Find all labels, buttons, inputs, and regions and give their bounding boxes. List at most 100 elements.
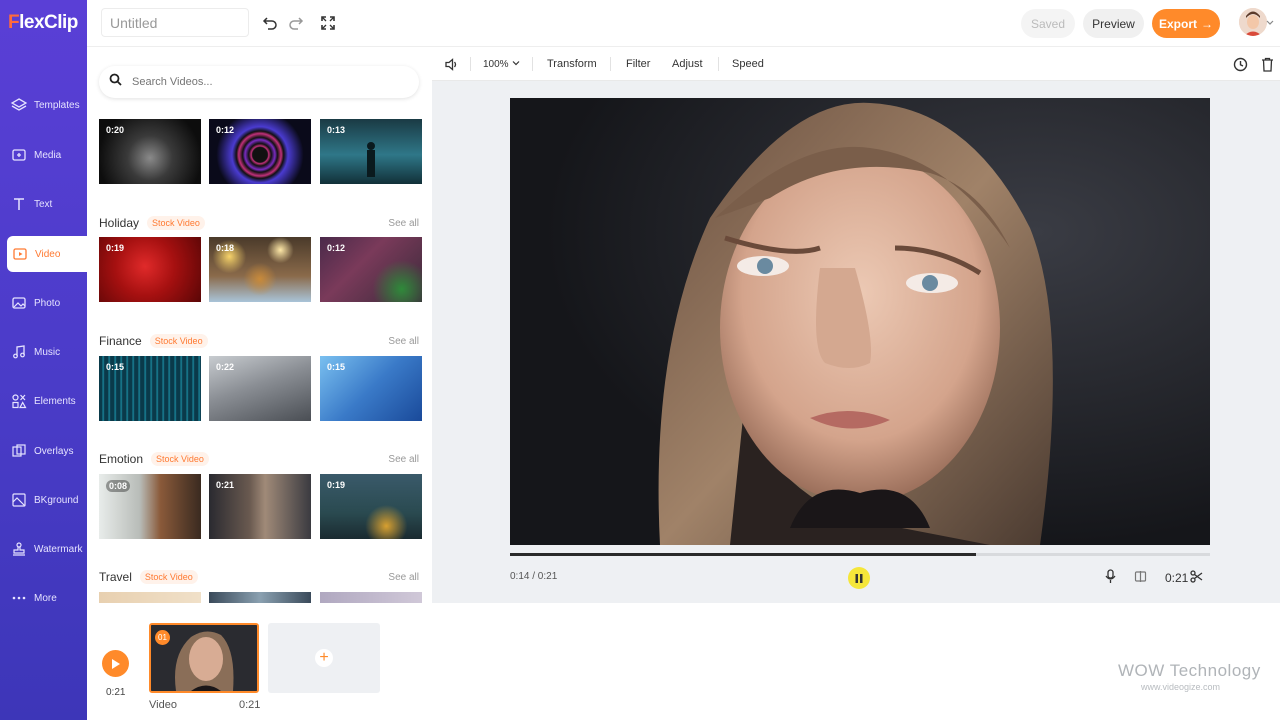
export-button[interactable]: Export → (1152, 9, 1220, 38)
rail-item-watermark[interactable]: Watermark (0, 531, 87, 567)
search-input[interactable] (132, 76, 392, 88)
timeline-play-button[interactable] (102, 650, 129, 677)
rail-label: Music (34, 346, 61, 358)
music-icon (10, 343, 28, 361)
media-icon (10, 146, 28, 164)
rail-item-media[interactable]: Media (0, 137, 87, 173)
timeline-clip[interactable]: 01 (149, 623, 259, 693)
rail-item-music[interactable]: Music (0, 334, 87, 370)
redo-icon[interactable] (286, 13, 306, 33)
rail-item-text[interactable]: Text (0, 186, 87, 222)
rail-label: Watermark (34, 543, 83, 555)
rail-item-background[interactable]: BKground (0, 482, 87, 518)
video-thumbnail[interactable]: 0:15 (320, 356, 422, 421)
flexclip-logo[interactable]: FlexClip (8, 12, 78, 34)
zoom-value: 100% (483, 58, 509, 70)
search-box[interactable] (99, 66, 419, 98)
divider (610, 57, 611, 71)
rail-label: Overlays (34, 445, 74, 457)
video-thumbnail[interactable]: 0:12 (320, 237, 422, 302)
video-thumbnail[interactable]: 0:19 (320, 474, 422, 539)
pause-button[interactable] (848, 567, 870, 589)
video-preview-canvas[interactable] (510, 98, 1210, 545)
rail-item-elements[interactable]: Elements (0, 383, 87, 419)
fullscreen-icon[interactable] (318, 13, 338, 33)
project-title-input[interactable] (101, 8, 249, 37)
speed-button[interactable]: Speed (732, 47, 764, 81)
add-scene-button[interactable]: + (268, 623, 380, 693)
trash-icon[interactable] (1261, 47, 1274, 81)
undo-icon[interactable] (260, 13, 280, 33)
rail-item-overlays[interactable]: Overlays (0, 433, 87, 469)
rail-item-templates[interactable]: Templates (0, 87, 87, 123)
more-icon (10, 589, 28, 607)
adjust-button[interactable]: Adjust (672, 47, 703, 81)
split-icon[interactable] (1134, 566, 1147, 586)
total-duration: 0:21 (1165, 571, 1189, 585)
rail-label: Video (35, 248, 61, 260)
see-all-link[interactable]: See all (388, 336, 419, 347)
video-thumbnail[interactable] (99, 592, 201, 603)
chevron-down-icon (512, 58, 520, 70)
video-thumbnail[interactable]: 0:08 (99, 474, 201, 539)
category-header-travel: Travel Stock Video See all (99, 568, 419, 586)
video-thumbnail[interactable]: 0:18 (209, 237, 311, 302)
see-all-link[interactable]: See all (388, 218, 419, 229)
rail-label: Photo (34, 297, 61, 309)
playback-progress-bar[interactable] (510, 553, 1210, 556)
video-thumbnail[interactable]: 0:19 (99, 237, 201, 302)
divider (470, 57, 471, 71)
volume-icon[interactable] (444, 47, 459, 81)
watermark-title: WOW Technology (1118, 661, 1261, 680)
video-thumbnail[interactable]: 0:22 (209, 356, 311, 421)
photo-icon (10, 294, 28, 312)
scissors-icon[interactable] (1190, 566, 1203, 586)
rail-item-video[interactable]: Video (7, 236, 87, 272)
category-header-holiday: Holiday Stock Video See all (99, 214, 419, 232)
rail-item-photo[interactable]: Photo (0, 285, 87, 321)
zoom-select[interactable]: 100% (483, 47, 520, 81)
stock-video-tag: Stock Video (149, 334, 208, 348)
video-thumbnail[interactable] (209, 592, 311, 603)
video-library-panel: 0:20 0:12 0:13 Holiday Stock Video See a… (87, 47, 432, 603)
duration-label: 0:21 (216, 480, 235, 490)
category-name: Finance (99, 334, 142, 348)
rail-label: BKground (34, 494, 79, 506)
filter-button[interactable]: Filter (626, 47, 650, 81)
category-header-finance: Finance Stock Video See all (99, 332, 419, 350)
timeline: 0:21 01 Video 0:21 + WOW Technology www.… (87, 603, 1280, 720)
editor-toolbar: 100% Transform Filter Adjust Speed (432, 47, 1280, 81)
video-thumbnail[interactable]: 0:15 (99, 356, 201, 421)
duration-label: 0:08 (106, 480, 131, 492)
rail-item-more[interactable]: More (0, 580, 87, 616)
video-frame (510, 98, 1210, 545)
avatar[interactable] (1239, 8, 1267, 36)
saved-button[interactable]: Saved (1021, 9, 1075, 38)
category-name: Emotion (99, 452, 144, 466)
video-thumbnail[interactable]: 0:21 (209, 474, 311, 539)
plus-icon: + (315, 649, 333, 667)
rail-label: Elements (34, 395, 76, 407)
see-all-link[interactable]: See all (388, 572, 419, 583)
chevron-down-icon[interactable] (1265, 13, 1275, 33)
microphone-icon[interactable] (1104, 566, 1117, 586)
stock-video-tag: Stock Video (151, 452, 209, 466)
overlays-icon (10, 442, 28, 460)
video-thumbnail[interactable]: 0:20 (99, 119, 201, 184)
timeline-duration: 0:21 (106, 687, 126, 698)
arrow-right-icon: → (1201, 16, 1213, 31)
video-thumbnail[interactable]: 0:12 (209, 119, 311, 184)
transform-button[interactable]: Transform (547, 47, 597, 81)
search-icon (109, 73, 122, 91)
preview-button[interactable]: Preview (1083, 9, 1144, 38)
rail-label: Media (34, 149, 62, 161)
video-icon (11, 245, 29, 263)
see-all-link[interactable]: See all (388, 454, 419, 465)
duration-label: 0:20 (106, 125, 125, 135)
clock-icon[interactable] (1233, 47, 1248, 81)
clip-label: Video (149, 699, 177, 711)
video-thumbnail[interactable]: 0:13 (320, 119, 422, 184)
clip-duration: 0:21 (239, 699, 261, 711)
video-thumbnail[interactable] (320, 592, 422, 603)
duration-label: 0:12 (216, 125, 235, 135)
